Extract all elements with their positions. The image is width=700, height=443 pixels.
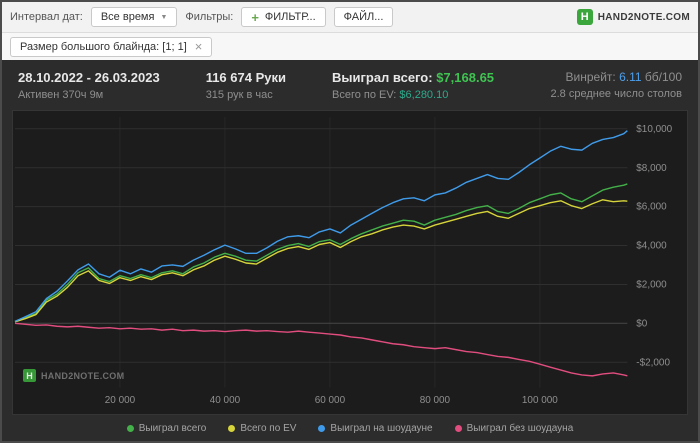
hand2note-logo-icon: H (576, 9, 593, 25)
date-interval-label: Интервал дат: (10, 11, 83, 23)
active-time: Активен 370ч 9м (18, 89, 104, 101)
hands-per-hour: 315 рук в час (205, 89, 273, 101)
ev-total-label: Всего по EV: (331, 89, 397, 101)
date-range: 28.10.2022 - 26.03.2023 (18, 70, 160, 85)
legend-dot-icon (454, 424, 462, 432)
stats-header: 28.10.2022 - 26.03.2023 Активен 370ч 9м … (2, 60, 698, 110)
won-total-label: Выиграл всего: (331, 70, 433, 85)
winrate-value: 6.11 (619, 70, 642, 84)
watermark: H HAND2NOTE.COM (23, 369, 124, 382)
legend-item-3[interactable]: Выиграл без шоудауна (454, 422, 574, 434)
file-button[interactable]: ФАЙЛ... (333, 7, 394, 27)
svg-text:$8,000: $8,000 (636, 163, 667, 174)
legend-dot-icon (318, 424, 326, 432)
svg-text:$2,000: $2,000 (636, 279, 667, 290)
won-total-value: $7,168.65 (436, 70, 495, 85)
topbar: Интервал дат: Все время ▼ Фильтры: + ФИЛ… (2, 2, 698, 33)
legend-dot-icon (126, 424, 134, 432)
svg-text:-$2,000: -$2,000 (636, 357, 670, 368)
stat-winrate: Винрейт: 6.11 бб/100 2.8 среднее число с… (550, 70, 682, 101)
svg-text:20 000: 20 000 (105, 395, 136, 406)
filters-label: Фильтры: (185, 11, 234, 23)
chevron-down-icon: ▼ (160, 13, 168, 21)
add-filter-button[interactable]: + ФИЛЬТР... (241, 7, 326, 27)
stat-date-range: 28.10.2022 - 26.03.2023 Активен 370ч 9м (18, 70, 160, 101)
chart-tick-labels: $10,000 $8,000 $6,000 $4,000 $2,000 $0 -$2,000… (105, 124, 673, 406)
winrate-units: бб/100 (644, 70, 682, 84)
file-button-label: ФАЙЛ... (343, 11, 384, 23)
plus-icon: + (251, 9, 259, 25)
stat-hands: 116 674 Руки 315 рук в час (206, 70, 286, 101)
series-line-1 (14, 199, 628, 323)
svg-text:60 000: 60 000 (315, 395, 346, 406)
chart-legend: Выиграл всего Всего по EV Выиграл на шоуда… (2, 415, 698, 441)
svg-text:$10,000: $10,000 (636, 124, 672, 135)
hand2note-logo: H HAND2NOTE.COM (576, 9, 690, 25)
svg-text:$6,000: $6,000 (636, 202, 667, 213)
svg-text:$0: $0 (636, 318, 647, 329)
add-filter-label: ФИЛЬТР... (264, 11, 316, 23)
filter-chip-row: Размер большого блайнда: [1; 1] × (2, 33, 698, 60)
svg-text:$4,000: $4,000 (636, 240, 667, 251)
date-interval-dropdown[interactable]: Все время ▼ (90, 7, 178, 27)
filter-chip-label: Размер большого блайнда: [1; 1] (20, 40, 187, 53)
legend-label: Всего по EV (240, 422, 297, 434)
series-line-0 (14, 183, 628, 323)
stats-panel: 28.10.2022 - 26.03.2023 Активен 370ч 9м … (2, 60, 698, 441)
filter-chip[interactable]: Размер большого блайнда: [1; 1] × (10, 36, 213, 57)
stat-winnings: Выиграл всего: $7,168.65 Всего по EV: $6… (332, 70, 494, 101)
legend-item-1[interactable]: Всего по EV (228, 423, 296, 434)
legend-item-2[interactable]: Выиграл на шоудауне (318, 422, 433, 434)
legend-label: Выиграл всего (138, 422, 207, 434)
legend-label: Выиграл без шоудауна (466, 422, 574, 434)
watermark-text: HAND2NOTE.COM (41, 370, 125, 381)
hand2note-logo-text: HAND2NOTE.COM (597, 11, 690, 23)
svg-text:80 000: 80 000 (420, 395, 451, 406)
svg-text:40 000: 40 000 (210, 395, 241, 406)
legend-label: Выиграл на шоудауне (330, 422, 433, 434)
date-interval-value: Все время (100, 11, 155, 23)
ev-total-value: $6,280.10 (399, 89, 449, 101)
close-icon[interactable]: × (195, 40, 203, 53)
chart-gridlines (14, 117, 628, 388)
winrate-label: Винрейт: (565, 70, 616, 84)
winnings-chart[interactable]: $10,000 $8,000 $6,000 $4,000 $2,000 $0 -$2,000… (12, 110, 688, 415)
hands-count: 116 674 Руки (205, 70, 286, 85)
legend-item-0[interactable]: Выиграл всего (126, 422, 207, 434)
avg-tables: 2.8 среднее число столов (550, 88, 682, 100)
series-line-2 (14, 130, 628, 323)
legend-dot-icon (228, 424, 236, 432)
hand2note-watermark-icon: H (23, 369, 36, 382)
hand2note-window: Интервал дат: Все время ▼ Фильтры: + ФИЛ… (0, 0, 700, 443)
series-line-3 (14, 322, 628, 377)
svg-text:100 000: 100 000 (522, 395, 558, 406)
